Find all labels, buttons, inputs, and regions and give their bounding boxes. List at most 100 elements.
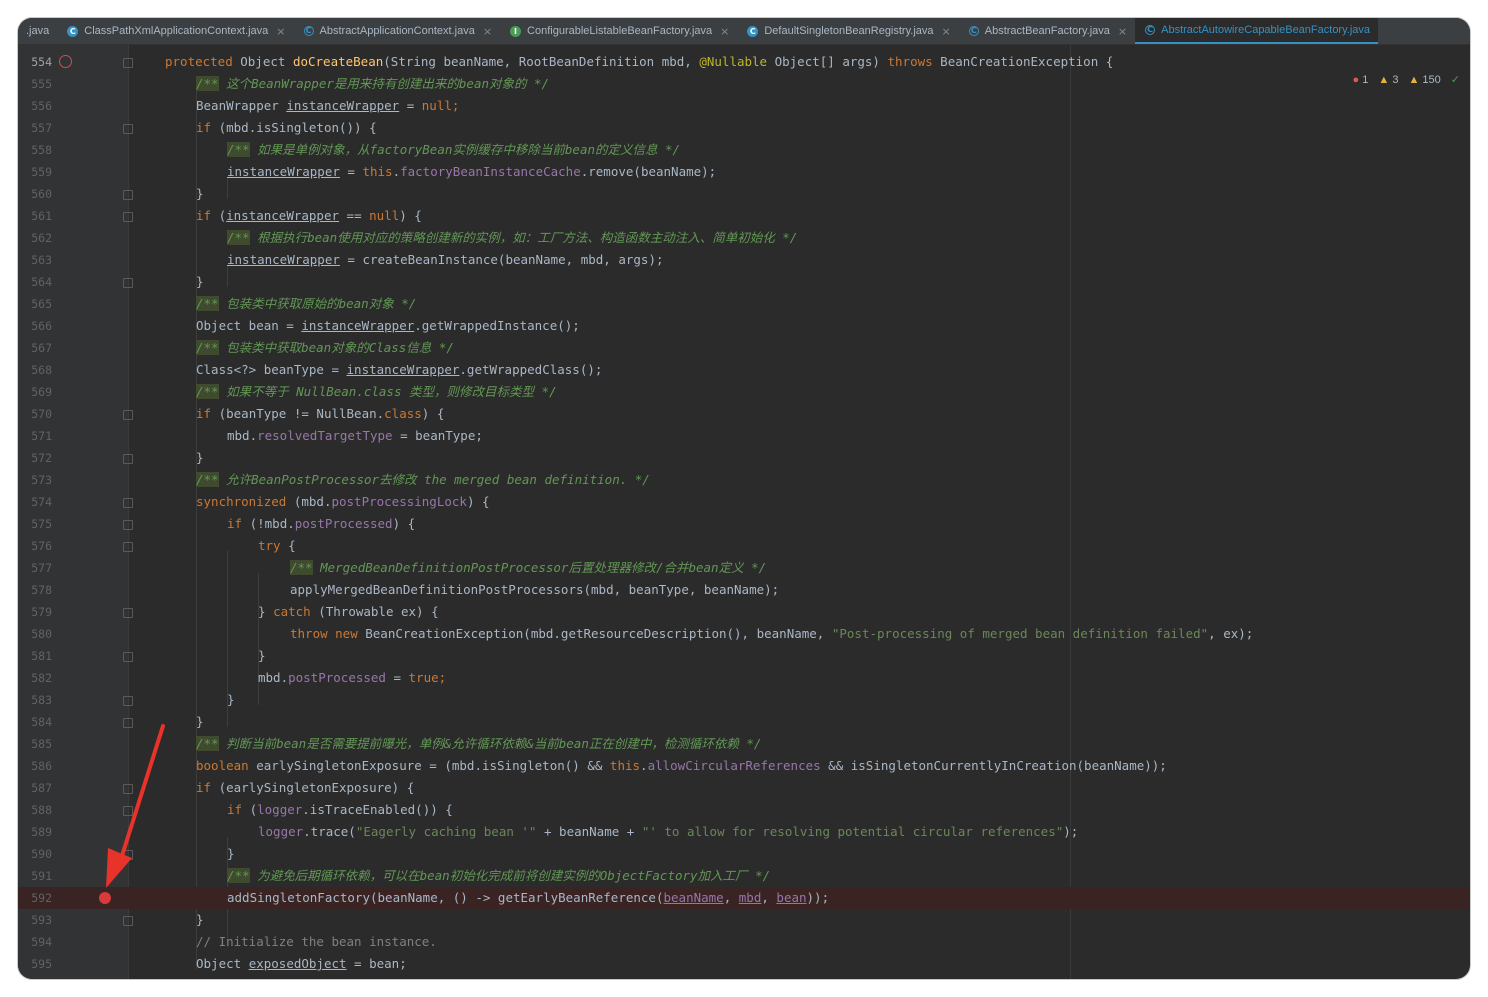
tab-abstractapplicationcontext[interactable]: C AbstractApplicationContext.java × (294, 18, 501, 44)
line-number: 562 (31, 231, 52, 245)
fold-marker-icon[interactable] (123, 806, 133, 816)
line-number: 571 (31, 429, 52, 443)
code-line[interactable]: 594 // Initialize the bean instance. (18, 931, 1470, 953)
code-token: mbd. (258, 670, 289, 685)
code-line[interactable]: 578 applyMergedBeanDefinitionPostProcess… (18, 579, 1470, 601)
fold-marker-icon[interactable] (123, 696, 133, 706)
code-line[interactable]: 579 } catch (Throwable ex) { (18, 601, 1470, 623)
code-token: if (196, 120, 212, 135)
code-token: ) { (466, 494, 490, 509)
fold-marker-icon[interactable] (123, 850, 133, 860)
tab-label: AbstractApplicationContext.java (319, 25, 475, 37)
fold-marker-icon[interactable] (123, 410, 133, 420)
close-icon[interactable]: × (483, 25, 492, 38)
override-marker-icon[interactable] (59, 55, 72, 68)
code-token: Class<?> beanType = (196, 362, 347, 377)
code-line[interactable]: 591 /** 为避免后期循环依赖，可以在bean初始化完成前将创建实例的Obj… (18, 865, 1470, 887)
close-icon[interactable]: × (720, 25, 729, 38)
code-line[interactable]: 593 } (18, 909, 1470, 931)
fold-marker-icon[interactable] (123, 454, 133, 464)
tab-java[interactable]: .java (18, 18, 57, 44)
code-line[interactable]: 587 if (earlySingletonExposure) { (18, 777, 1470, 799)
code-token: } (196, 450, 204, 465)
code-line[interactable]: 574 synchronized (mbd.postProcessingLock… (18, 491, 1470, 513)
code-token: (mbd.isSingleton()) { (211, 120, 377, 135)
code-line[interactable]: 586 boolean earlySingletonExposure = (mb… (18, 755, 1470, 777)
fold-marker-icon[interactable] (123, 652, 133, 662)
code-line[interactable]: 563 instanceWrapper = createBeanInstance… (18, 249, 1470, 271)
code-token: catch (273, 604, 311, 619)
tab-classpathxmlapplicationcontext[interactable]: C ClassPathXmlApplicationContext.java × (57, 18, 293, 44)
code-token: , (761, 890, 777, 905)
fold-marker-icon[interactable] (123, 542, 133, 552)
code-token: "Eagerly caching bean '" (355, 824, 537, 839)
tab-configurablelistablebeanfactory[interactable]: I ConfigurableListableBeanFactory.java × (500, 18, 737, 44)
code-line[interactable]: 590 } (18, 843, 1470, 865)
code-line[interactable]: 585 /** 判断当前bean是否需要提前曝光，单例&允许循环依赖&当前bea… (18, 733, 1470, 755)
code-token: factoryBeanInstanceCache (400, 164, 581, 179)
close-icon[interactable]: × (942, 25, 951, 38)
code-line[interactable]: 569 /** 如果不等于 NullBean.class 类型，则修改目标类型 … (18, 381, 1470, 403)
code-line[interactable]: 582 mbd.postProcessed = true; (18, 667, 1470, 689)
code-line[interactable]: 568 Class<?> beanType = instanceWrapper.… (18, 359, 1470, 381)
code-line[interactable]: 581 } (18, 645, 1470, 667)
code-line[interactable]: 567 /** 包装类中获取bean对象的Class信息 */ (18, 337, 1470, 359)
close-icon[interactable]: × (276, 25, 285, 38)
code-line[interactable]: 562 /** 根据执行bean使用对应的策略创建新的实例，如：工厂方法、构造函… (18, 227, 1470, 249)
fold-marker-icon[interactable] (123, 718, 133, 728)
code-line[interactable]: 561 if (instanceWrapper == null) { (18, 205, 1470, 227)
code-line[interactable]: 554 protected Object doCreateBean(String… (18, 51, 1470, 73)
code-line[interactable]: 558 /** 如果是单例对象，从factoryBean实例缓存中移除当前bea… (18, 139, 1470, 161)
code-line[interactable]: 572 } (18, 447, 1470, 469)
code-line[interactable]: 584 } (18, 711, 1470, 733)
tab-abstractbeanfactory[interactable]: C AbstractBeanFactory.java × (959, 18, 1135, 44)
code-line[interactable]: 595 Object exposedObject = bean; (18, 953, 1470, 975)
code-token: Object[] args) (767, 54, 888, 69)
code-line[interactable]: 589 logger.trace("Eagerly caching bean '… (18, 821, 1470, 843)
code-line[interactable]: 560 } (18, 183, 1470, 205)
code-token: /** (290, 560, 313, 575)
fold-marker-icon[interactable] (123, 212, 133, 222)
fold-marker-icon[interactable] (123, 608, 133, 618)
fold-marker-icon[interactable] (123, 520, 133, 530)
code-line[interactable]: 565 /** 包装类中获取原始的bean对象 */ (18, 293, 1470, 315)
code-line[interactable]: 588 if (logger.isTraceEnabled()) { (18, 799, 1470, 821)
fold-marker-icon[interactable] (123, 498, 133, 508)
breakpoint-icon[interactable] (99, 892, 111, 904)
fold-marker-icon[interactable] (123, 124, 133, 134)
code-token: throws (887, 54, 933, 69)
code-line[interactable]: 570 if (beanType != NullBean.class) { (18, 403, 1470, 425)
code-line[interactable]: 576 try { (18, 535, 1470, 557)
code-line[interactable]: 566 Object bean = instanceWrapper.getWra… (18, 315, 1470, 337)
code-line[interactable]: 556 BeanWrapper instanceWrapper = null; (18, 95, 1470, 117)
code-line[interactable]: 555 /** 这个BeanWrapper是用来持有创建出来的bean对象的 *… (18, 73, 1470, 95)
code-line[interactable]: 571 mbd.resolvedTargetType = beanType; (18, 425, 1470, 447)
code-line[interactable]: 564 } (18, 271, 1470, 293)
code-token: 根据执行bean使用对应的策略创建新的实例，如：工厂方法、构造函数主动注入、简单… (249, 230, 798, 245)
fold-marker-icon[interactable] (123, 784, 133, 794)
close-icon[interactable]: × (1118, 25, 1127, 38)
code-line[interactable]: 577 /** MergedBeanDefinitionPostProcesso… (18, 557, 1470, 579)
code-token: 如果是单例对象，从factoryBean实例缓存中移除当前bean的定义信息 *… (249, 142, 681, 157)
code-line[interactable]: 573 /** 允许BeanPostProcessor去修改 the merge… (18, 469, 1470, 491)
code-token: 允许BeanPostProcessor去修改 the merged bean d… (218, 472, 650, 487)
code-token: BeanCreationException { (932, 54, 1114, 69)
code-editor[interactable]: ● 1 ▲ 3 ▲ 150 ✓ 554 protected Object doC… (18, 45, 1470, 979)
code-token: 判断当前bean是否需要提前曝光，单例&允许循环依赖&当前bean正在创建中，检… (218, 736, 762, 751)
code-token: instanceWrapper (346, 362, 460, 377)
breakpoint-line[interactable]: 592 addSingletonFactory(beanName, () -> … (18, 887, 1470, 909)
code-line[interactable]: 557 if (mbd.isSingleton()) { (18, 117, 1470, 139)
code-line[interactable]: 583 } (18, 689, 1470, 711)
code-token: /** (227, 868, 250, 883)
line-number: 582 (31, 671, 52, 685)
fold-marker-icon[interactable] (123, 190, 133, 200)
code-token: = (385, 670, 409, 685)
code-line[interactable]: 559 instanceWrapper = this.factoryBeanIn… (18, 161, 1470, 183)
code-line[interactable]: 580 throw new BeanCreationException(mbd.… (18, 623, 1470, 645)
tab-defaultsingletonbeanregistry[interactable]: C DefaultSingletonBeanRegistry.java × (737, 18, 958, 44)
fold-marker-icon[interactable] (123, 58, 133, 68)
fold-marker-icon[interactable] (123, 278, 133, 288)
code-line[interactable]: 575 if (!mbd.postProcessed) { (18, 513, 1470, 535)
tab-abstractautowirecapablebeanfactory[interactable]: C AbstractAutowireCapableBeanFactory.jav… (1135, 18, 1379, 44)
fold-marker-icon[interactable] (123, 916, 133, 926)
